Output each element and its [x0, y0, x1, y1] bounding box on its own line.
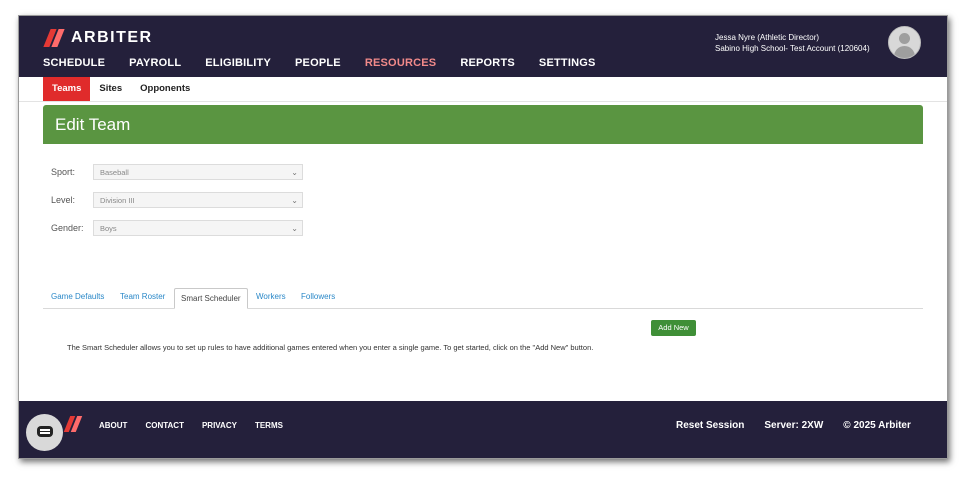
nav-resources[interactable]: RESOURCES: [365, 57, 436, 69]
gender-value: Boys: [100, 224, 117, 233]
reset-session-link[interactable]: Reset Session: [676, 420, 744, 431]
avatar[interactable]: [888, 26, 921, 59]
logo-text: ARBITER: [71, 29, 153, 46]
subnav-sites[interactable]: Sites: [90, 77, 131, 101]
page-title: Edit Team: [55, 115, 131, 134]
level-row: Level: Division III ⌄: [51, 192, 303, 208]
server-label: Server: 2XW: [764, 420, 824, 431]
footer-link-contact[interactable]: CONTACT: [145, 421, 184, 430]
sport-label: Sport:: [51, 167, 76, 177]
chevron-down-icon: ⌄: [291, 196, 298, 205]
nav-schedule[interactable]: SCHEDULE: [43, 57, 105, 69]
gender-row: Gender: Boys ⌄: [51, 220, 303, 236]
level-select[interactable]: Division III ⌄: [93, 192, 303, 208]
subnav-teams[interactable]: Teams: [43, 77, 91, 101]
footer-link-terms[interactable]: TERMS: [255, 421, 283, 430]
top-navbar: ARBITER SCHEDULE PAYROLL ELIGIBILITY PEO…: [19, 16, 947, 77]
nav-people[interactable]: PEOPLE: [295, 57, 341, 69]
nav-payroll[interactable]: PAYROLL: [129, 57, 181, 69]
avatar-body-icon: [894, 46, 915, 58]
gender-select[interactable]: Boys ⌄: [93, 220, 303, 236]
sport-row: Sport: Baseball ⌄: [51, 164, 303, 180]
chat-icon: [37, 426, 53, 437]
footer-logo-icon: [63, 416, 83, 432]
chat-button[interactable]: [26, 414, 63, 451]
tab-followers[interactable]: Followers: [301, 292, 335, 301]
avatar-head-icon: [899, 33, 910, 44]
tab-team-roster[interactable]: Team Roster: [120, 292, 165, 301]
subnav-divider: [19, 101, 947, 102]
sport-value: Baseball: [100, 168, 129, 177]
chevron-down-icon: ⌄: [291, 168, 298, 177]
tab-workers[interactable]: Workers: [256, 292, 286, 301]
footer: ABOUT CONTACT PRIVACY TERMS Reset Sessio…: [19, 401, 947, 458]
tab-game-defaults[interactable]: Game Defaults: [51, 292, 104, 301]
copyright: © 2025 Arbiter: [843, 420, 911, 431]
level-value: Division III: [100, 196, 135, 205]
user-account: Sabino High School- Test Account (120604…: [715, 44, 870, 53]
page-header: Edit Team: [43, 105, 923, 144]
tab-smart-scheduler[interactable]: Smart Scheduler: [174, 288, 248, 309]
sport-select[interactable]: Baseball ⌄: [93, 164, 303, 180]
main-nav: SCHEDULE PAYROLL ELIGIBILITY PEOPLE RESO…: [43, 57, 620, 69]
chevron-down-icon: ⌄: [291, 224, 298, 233]
sub-nav: Teams Sites Opponents: [43, 77, 199, 101]
user-info: Jessa Nyre (Athletic Director) Sabino Hi…: [715, 32, 870, 54]
subnav-opponents[interactable]: Opponents: [131, 77, 199, 101]
arbiter-logo-icon: [43, 29, 65, 47]
app-window: ARBITER SCHEDULE PAYROLL ELIGIBILITY PEO…: [18, 15, 948, 459]
nav-eligibility[interactable]: ELIGIBILITY: [205, 57, 271, 69]
level-label: Level:: [51, 195, 76, 205]
nav-settings[interactable]: SETTINGS: [539, 57, 596, 69]
add-new-button[interactable]: Add New: [651, 320, 696, 336]
smart-scheduler-info: The Smart Scheduler allows you to set up…: [67, 343, 594, 352]
gender-label: Gender:: [51, 223, 84, 233]
footer-status: Reset Session Server: 2XW © 2025 Arbiter: [676, 420, 931, 431]
user-name: Jessa Nyre (Athletic Director): [715, 33, 820, 42]
footer-link-about[interactable]: ABOUT: [99, 421, 127, 430]
footer-links: ABOUT CONTACT PRIVACY TERMS: [99, 421, 301, 430]
arbiter-logo[interactable]: ARBITER: [43, 29, 153, 47]
team-tabs: Game Defaults Team Roster Smart Schedule…: [43, 288, 923, 309]
footer-link-privacy[interactable]: PRIVACY: [202, 421, 237, 430]
nav-reports[interactable]: REPORTS: [460, 57, 515, 69]
